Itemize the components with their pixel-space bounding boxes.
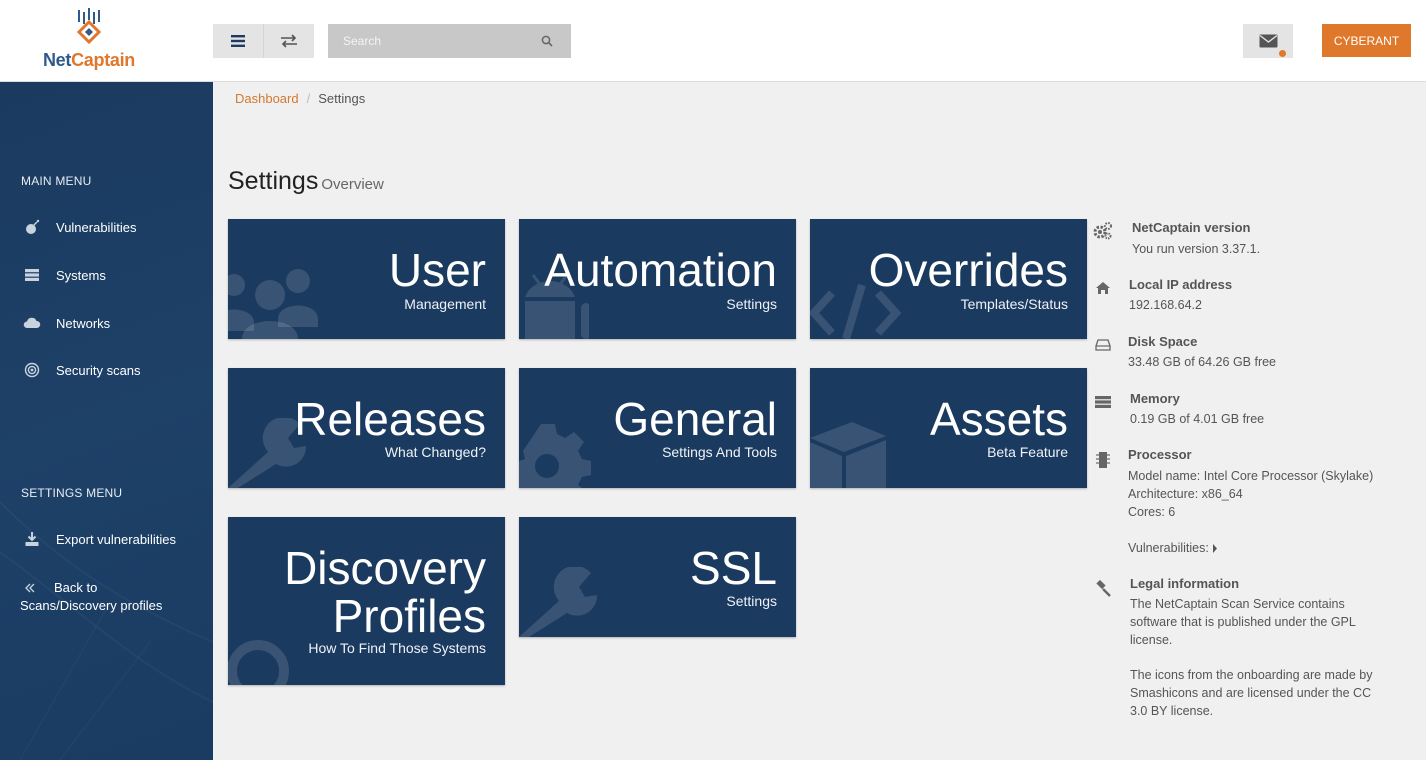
info-value: You run version 3.37.1. <box>1132 242 1261 256</box>
tile-title: Overrides <box>868 244 1068 296</box>
sidebar-item-label: Networks <box>56 316 111 331</box>
tile-title: Assets <box>929 393 1068 445</box>
info-value: Cores: 6 <box>1128 505 1176 519</box>
page-title: Settings Overview <box>228 167 384 196</box>
sidebar-item-security-scans[interactable]: Security scans <box>22 362 141 380</box>
tile-title: Automation <box>544 244 777 296</box>
cpu-icon <box>1092 449 1114 471</box>
top-header: NetCaptain CYBERANT <box>0 0 1426 82</box>
legal-text: The NetCaptain Scan Service contains sof… <box>1130 597 1356 647</box>
page-title-main: Settings <box>228 167 319 195</box>
settings-menu-title: SETTINGS MENU <box>21 486 123 500</box>
info-heading: Disk Space <box>1128 334 1198 349</box>
sidebar-item-vulnerabilities[interactable]: Vulnerabilities <box>22 219 136 237</box>
hard-drive-icon <box>1092 334 1114 356</box>
netcaptain-logo[interactable]: NetCaptain <box>34 8 144 72</box>
cube-icon <box>810 422 886 488</box>
legal-icons-credit: The icons from the onboarding are made b… <box>1130 668 1373 718</box>
menu-toggle-button[interactable] <box>213 24 263 58</box>
home-icon <box>1092 277 1114 299</box>
tile-general[interactable]: General Settings And Tools <box>519 368 796 488</box>
sidebar-item-label: Security scans <box>56 363 141 378</box>
info-value: Architecture: x86_64 <box>1128 487 1243 501</box>
breadcrumb-current: Settings <box>318 91 366 106</box>
info-value: 192.168.64.2 <box>1129 298 1202 312</box>
sidebar-item-label: Systems <box>56 268 106 283</box>
search-icon[interactable] <box>541 35 553 47</box>
magnifier-icon <box>228 640 289 685</box>
download-icon <box>22 531 42 547</box>
tile-subtitle: Management <box>404 296 486 312</box>
sidebar-item-back-to-scans[interactable]: Back to Scans/Discovery profiles <box>20 579 192 615</box>
sidebar: MAIN MENU Vulnerabilities Systems Networ… <box>0 82 213 760</box>
info-heading: Local IP address <box>1129 277 1233 292</box>
search-box[interactable] <box>328 24 571 58</box>
vulnerabilities-toggle-label: Vulnerabilities: <box>1128 541 1209 555</box>
tile-subtitle: Settings And Tools <box>662 444 777 460</box>
tile-title: SSL <box>690 542 777 594</box>
logo-text: NetCaptain <box>42 50 135 70</box>
info-heading: Legal information <box>1130 576 1240 591</box>
exchange-arrows-icon <box>280 34 297 48</box>
tile-subtitle: Beta Feature <box>987 444 1068 460</box>
tile-title: General <box>613 393 777 445</box>
switch-button[interactable] <box>263 24 313 58</box>
sidebar-item-label: Export vulnerabilities <box>56 532 176 547</box>
vulnerabilities-toggle[interactable]: Vulnerabilities: <box>1128 539 1393 557</box>
info-heading: Processor <box>1128 447 1192 462</box>
tile-releases[interactable]: Releases What Changed? <box>228 368 505 488</box>
target-icon <box>22 362 42 378</box>
tile-subtitle: Settings <box>726 593 777 609</box>
tile-subtitle: How To Find Those Systems <box>308 640 486 656</box>
tile-overrides[interactable]: Overrides Templates/Status <box>810 219 1087 339</box>
info-value: 33.48 GB of 64.26 GB free <box>1128 355 1277 369</box>
server-icon <box>22 267 42 283</box>
sidebar-item-networks[interactable]: Networks <box>22 315 110 333</box>
breadcrumb: Dashboard / Settings <box>235 91 365 106</box>
hamburger-icon <box>231 35 245 47</box>
main-menu-title: MAIN MENU <box>21 174 92 188</box>
info-heading: Memory <box>1130 391 1180 406</box>
sidebar-item-systems[interactable]: Systems <box>22 267 106 285</box>
tile-title: User <box>388 244 486 296</box>
tile-ssl[interactable]: SSL Settings <box>519 517 796 637</box>
tile-subtitle: Settings <box>726 296 777 312</box>
tile-subtitle: What Changed? <box>384 444 486 460</box>
wrench-icon <box>519 567 598 637</box>
users-icon <box>228 269 318 339</box>
tile-automation-settings[interactable]: Automation Settings <box>519 219 796 339</box>
sidebar-item-label: Vulnerabilities <box>56 220 137 235</box>
notification-dot <box>1279 50 1286 57</box>
sidebar-item-label: Back to Scans/Discovery profiles <box>20 580 163 613</box>
tile-discovery-profiles[interactable]: Discovery Profiles How To Find Those Sys… <box>228 517 505 685</box>
info-heading: NetCaptain version <box>1132 220 1251 235</box>
gear-icon <box>519 424 591 488</box>
tile-user-management[interactable]: User Management <box>228 219 505 339</box>
page-title-sub: Overview <box>321 176 384 193</box>
sidebar-item-export-vulnerabilities[interactable]: Export vulnerabilities <box>22 531 176 549</box>
search-input[interactable] <box>328 34 528 48</box>
messages-button[interactable] <box>1243 24 1293 58</box>
gears-icon <box>1092 220 1114 242</box>
cloud-icon <box>22 315 42 331</box>
tile-title-line2: Profiles <box>332 590 486 642</box>
tile-assets[interactable]: Assets Beta Feature <box>810 368 1087 488</box>
user-menu-button[interactable]: CYBERANT <box>1322 24 1411 57</box>
bomb-icon <box>22 219 42 235</box>
breadcrumb-link-dashboard[interactable]: Dashboard <box>235 91 299 106</box>
info-value: 0.19 GB of 4.01 GB free <box>1130 412 1265 426</box>
breadcrumb-separator: / <box>306 91 311 106</box>
memory-icon <box>1092 391 1114 413</box>
gavel-icon <box>1092 578 1114 600</box>
toolbar-group <box>213 24 314 58</box>
tile-subtitle: Templates/Status <box>960 296 1068 312</box>
tile-title: Releases <box>294 393 486 445</box>
envelope-icon <box>1259 34 1277 48</box>
tile-title-line1: Discovery <box>284 542 486 594</box>
logo-mark-icon <box>76 8 102 45</box>
info-value: Model name: Intel Core Processor (Skylak… <box>1128 469 1374 483</box>
caret-right-icon <box>1213 544 1218 554</box>
